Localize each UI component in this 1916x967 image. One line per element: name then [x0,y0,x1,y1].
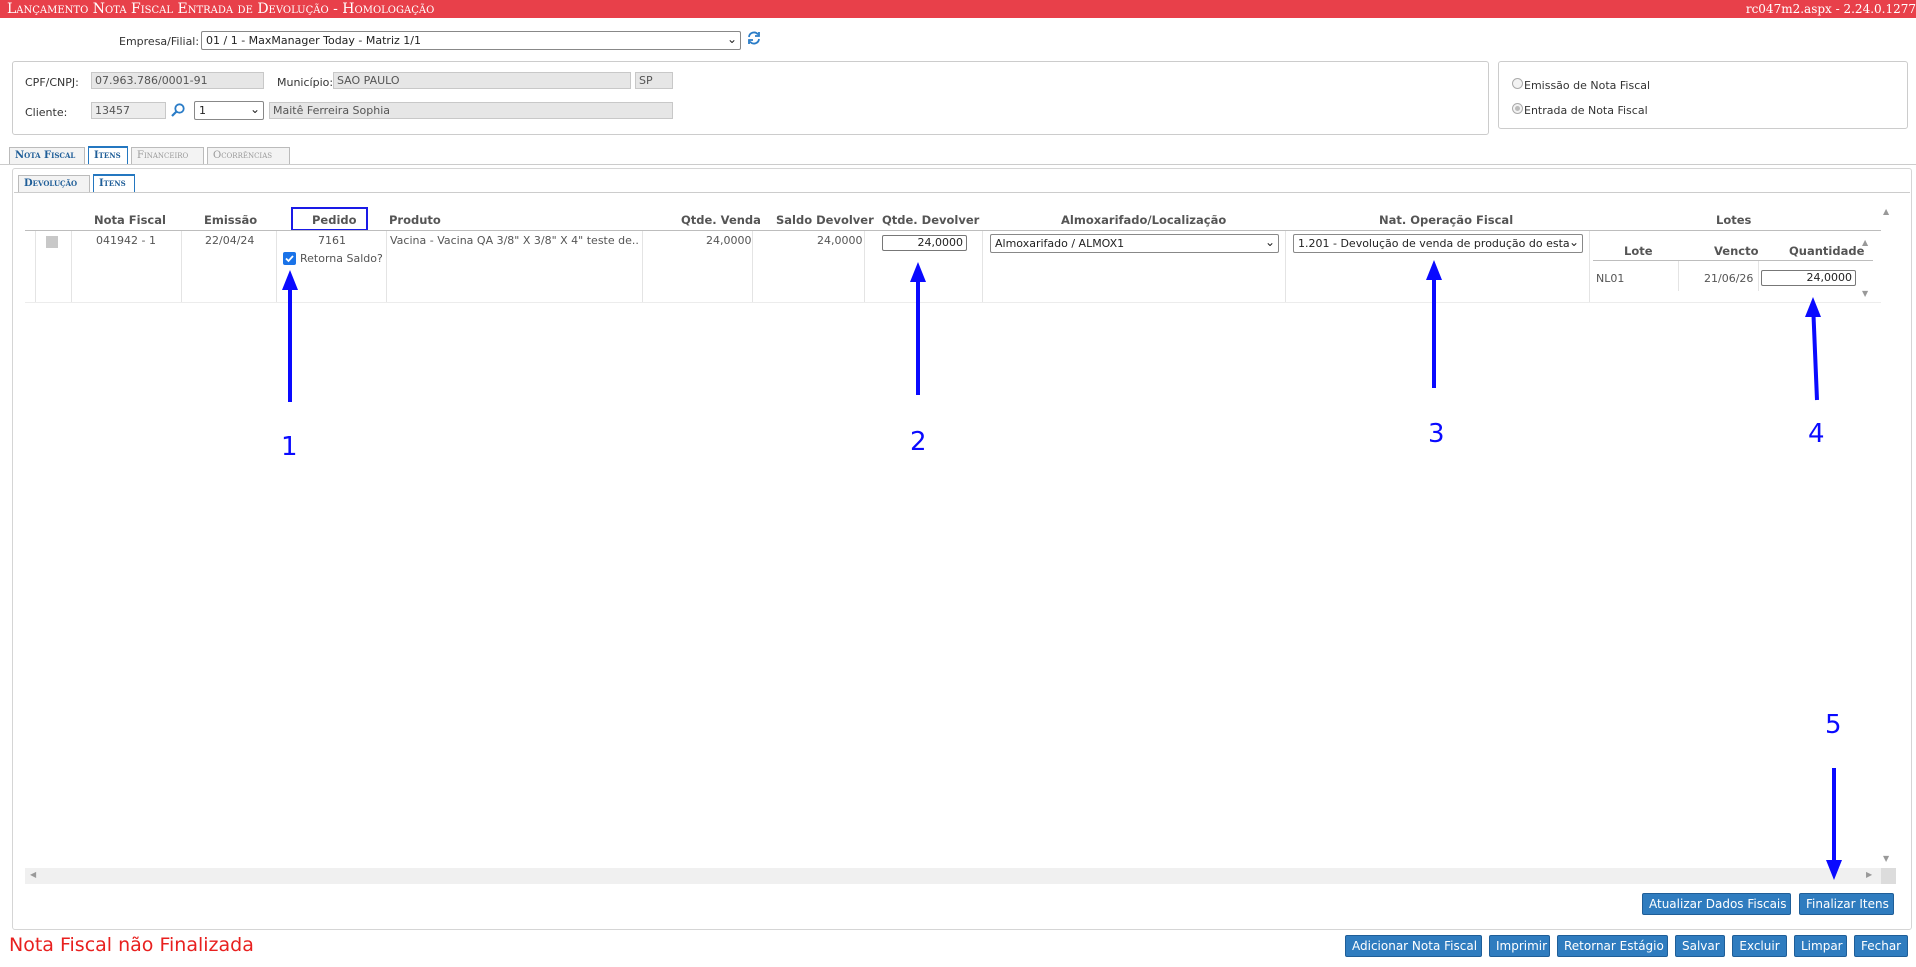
arrowhead-2 [910,262,926,282]
annotation-2: 2 [910,427,927,457]
adicionar-nota-fiscal-button[interactable]: Adicionar Nota Fiscal [1345,935,1482,957]
annotation-arrows [282,260,1842,880]
salvar-button[interactable]: Salvar [1675,935,1725,957]
arrowhead-5 [1826,860,1842,880]
fechar-button[interactable]: Fechar [1854,935,1908,957]
annotation-1: 1 [281,432,298,462]
limpar-button[interactable]: Limpar [1794,935,1847,957]
arrow-4 [1811,302,1819,401]
retornar-estagio-button[interactable]: Retornar Estágio [1557,935,1668,957]
excluir-button[interactable]: Excluir [1732,935,1787,957]
arrowhead-1 [282,270,298,290]
annotation-3: 3 [1428,419,1445,449]
annotation-5: 5 [1825,710,1842,740]
atualizar-dados-fiscais-button[interactable]: Atualizar Dados Fiscais [1642,893,1791,915]
finalizar-itens-button[interactable]: Finalizar Itens [1799,893,1894,915]
imprimir-button[interactable]: Imprimir [1489,935,1550,957]
arrowhead-3 [1426,260,1442,280]
annotation-4: 4 [1808,419,1825,449]
status-message: Nota Fiscal não Finalizada [9,934,254,956]
arrowhead-4 [1805,297,1821,317]
